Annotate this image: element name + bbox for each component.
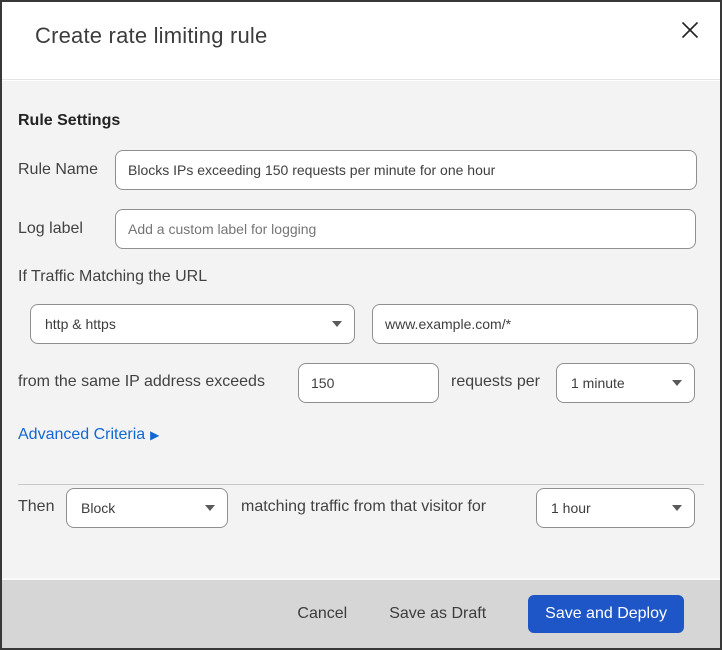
close-icon — [681, 21, 699, 39]
create-rate-limiting-rule-modal: Create rate limiting rule Rule Settings … — [0, 0, 722, 650]
save-as-draft-button[interactable]: Save as Draft — [389, 605, 486, 623]
section-divider — [18, 484, 704, 485]
modal-footer: Cancel Save as Draft Save and Deploy — [2, 578, 720, 648]
period-select-value: 1 minute — [571, 375, 625, 391]
duration-select[interactable]: 1 hour — [536, 488, 695, 528]
log-label-label: Log label — [18, 220, 83, 237]
log-label-input[interactable] — [115, 209, 696, 249]
modal-body: Rule Settings Rule Name Log label If Tra… — [2, 81, 720, 578]
caret-down-icon — [205, 505, 215, 511]
traffic-match-label: If Traffic Matching the URL — [18, 268, 208, 285]
close-button[interactable] — [674, 14, 706, 46]
url-pattern-input[interactable] — [372, 304, 698, 344]
then-label: Then — [18, 498, 55, 515]
rule-name-input[interactable] — [115, 150, 697, 190]
save-and-deploy-button[interactable]: Save and Deploy — [528, 595, 684, 633]
modal-header: Create rate limiting rule — [2, 2, 720, 80]
period-select[interactable]: 1 minute — [556, 363, 695, 403]
action-middle-text: matching traffic from that visitor for — [241, 498, 487, 515]
advanced-criteria-label: Advanced Criteria — [18, 426, 146, 443]
duration-select-value: 1 hour — [551, 500, 591, 516]
request-count-input[interactable] — [298, 363, 439, 403]
action-select-value: Block — [81, 500, 116, 516]
caret-down-icon — [672, 380, 682, 386]
threshold-prefix-text: from the same IP address exceeds — [18, 373, 265, 390]
expand-right-arrow-icon: ▶ — [150, 428, 160, 442]
section-heading: Rule Settings — [18, 112, 121, 129]
caret-down-icon — [332, 321, 342, 327]
scheme-select[interactable]: http & https — [30, 304, 355, 344]
caret-down-icon — [672, 505, 682, 511]
modal-title: Create rate limiting rule — [35, 23, 268, 48]
advanced-criteria-link[interactable]: Advanced Criteria ▶ — [18, 426, 159, 444]
cancel-button[interactable]: Cancel — [297, 605, 347, 623]
action-select[interactable]: Block — [66, 488, 228, 528]
rule-name-label: Rule Name — [18, 161, 99, 178]
scheme-select-value: http & https — [45, 316, 116, 332]
requests-per-text: requests per — [451, 373, 540, 390]
